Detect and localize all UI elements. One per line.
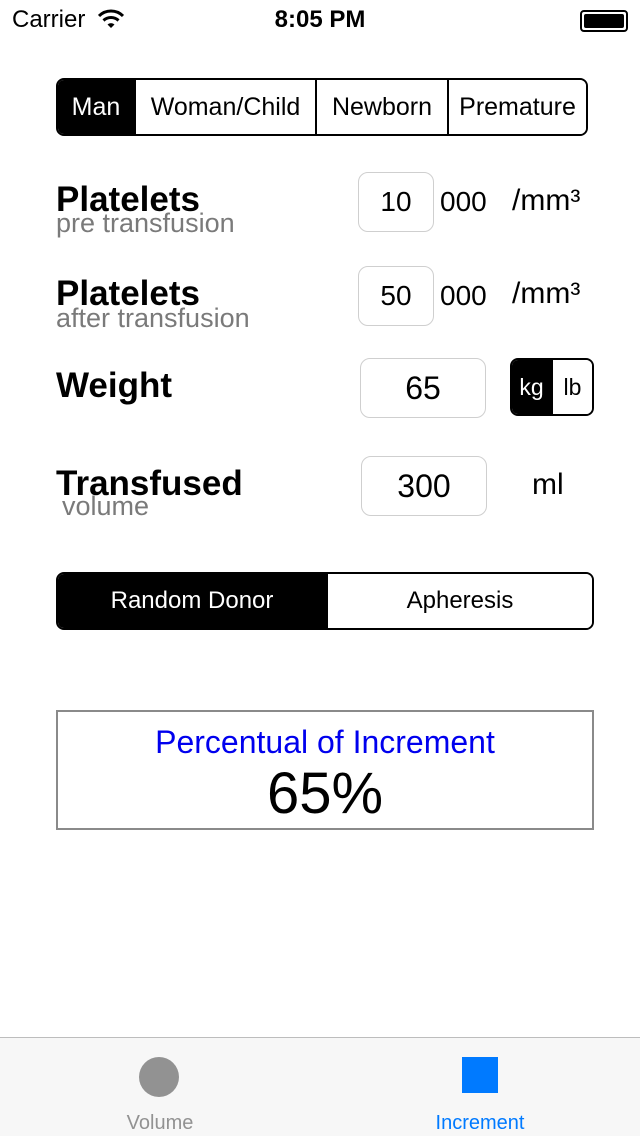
- platelets-post-unit: /mm³: [512, 277, 581, 310]
- result-box: Percentual of Increment 65%: [56, 710, 594, 830]
- segment-man[interactable]: Man: [58, 80, 134, 134]
- result-value: 65%: [266, 761, 384, 826]
- tab-volume-label: Volume: [126, 1112, 194, 1134]
- status-bar: Carrier 8:05 PM: [0, 0, 640, 40]
- square-icon: [462, 1057, 498, 1093]
- tab-increment[interactable]: Increment: [320, 1038, 640, 1136]
- weight-input[interactable]: [360, 358, 486, 418]
- platelets-pre-input[interactable]: [358, 172, 434, 232]
- segment-lb[interactable]: lb: [551, 360, 592, 414]
- platelets-pre-unit: /mm³: [512, 184, 581, 217]
- weight-unit-segmented-control: kg lb: [510, 358, 594, 416]
- tab-increment-label: Increment: [435, 1112, 525, 1134]
- transfused-unit: ml: [532, 468, 564, 501]
- segment-woman-child[interactable]: Woman/Child: [134, 80, 315, 134]
- tab-volume[interactable]: Volume: [0, 1038, 320, 1136]
- segment-kg[interactable]: kg: [512, 360, 551, 414]
- clock-time: 8:05 PM: [274, 6, 366, 33]
- transfused-volume-input[interactable]: [361, 456, 487, 516]
- platelets-post-sublabel: after transfusion: [56, 303, 250, 333]
- segment-apheresis[interactable]: Apheresis: [326, 574, 592, 628]
- donor-type-segmented-control: Random Donor Apheresis: [56, 572, 594, 630]
- circle-icon: [139, 1057, 179, 1097]
- result-title: Percentual of Increment: [155, 724, 495, 760]
- platelets-pre-thousands: 000: [440, 186, 487, 217]
- segment-newborn[interactable]: Newborn: [315, 80, 447, 134]
- segment-premature[interactable]: Premature: [447, 80, 586, 134]
- platelets-pre-sublabel: pre transfusion: [56, 208, 235, 238]
- weight-label: Weight: [56, 366, 173, 405]
- segment-random-donor[interactable]: Random Donor: [58, 574, 326, 628]
- battery-icon: [580, 10, 628, 32]
- transfused-sublabel: volume: [62, 491, 150, 521]
- tab-bar: Volume Increment: [0, 1037, 640, 1136]
- platelets-post-thousands: 000: [440, 280, 487, 311]
- platelets-post-input[interactable]: [358, 266, 434, 326]
- patient-type-segmented-control: Man Woman/Child Newborn Premature: [56, 78, 588, 136]
